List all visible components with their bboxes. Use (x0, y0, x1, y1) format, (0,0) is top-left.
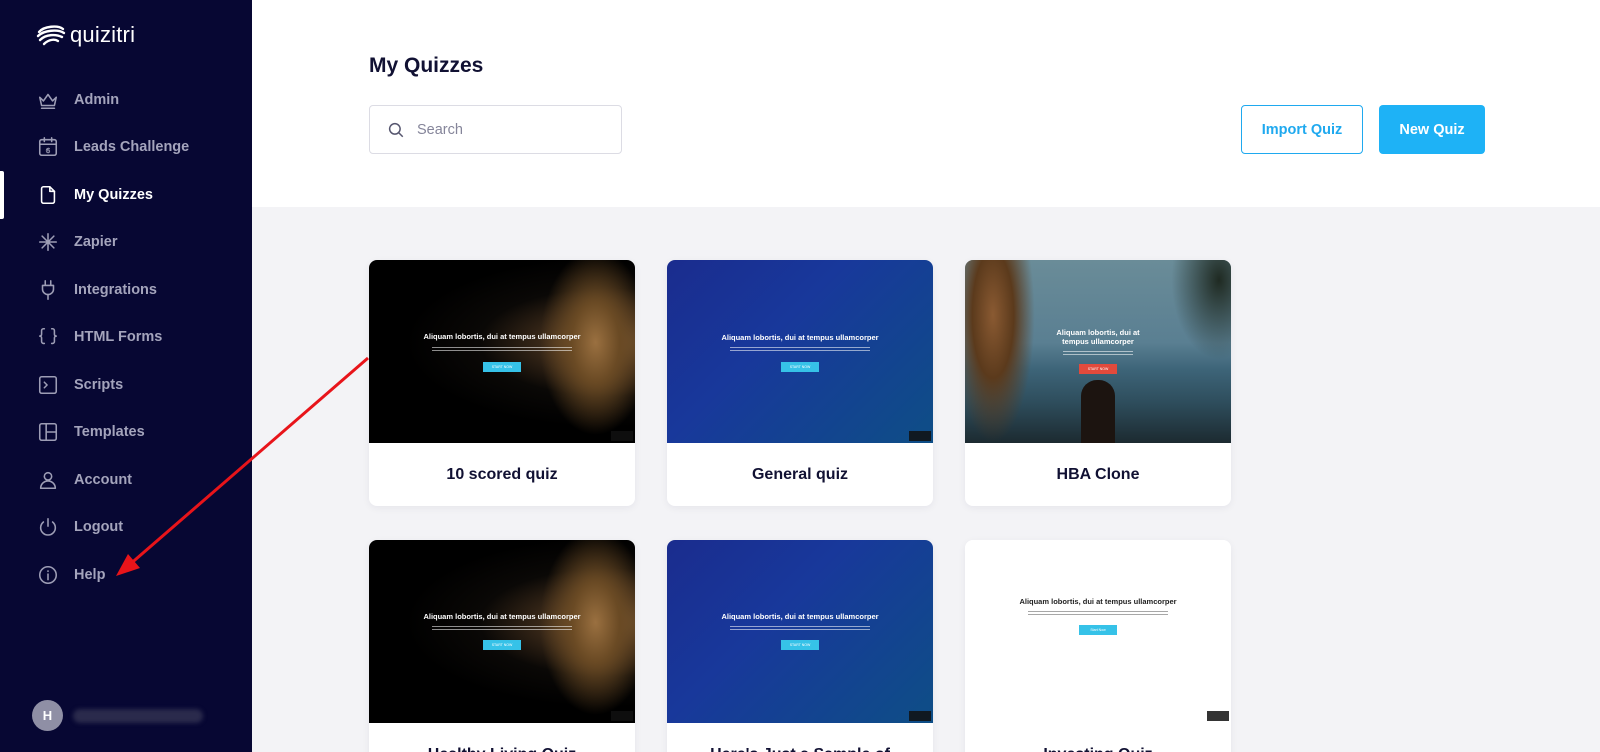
sidebar-item-logout[interactable]: Logout (0, 504, 252, 552)
thumb-heading: Aliquam lobortis, dui at tempus ullamcor… (1056, 328, 1140, 346)
quiz-title: Healthy Living Quiz (369, 723, 635, 752)
thumb-subtext (730, 626, 870, 632)
sidebar-item-label: Leads Challenge (74, 139, 190, 156)
thumb-start-button: Start Now (1079, 625, 1117, 635)
sidebar-item-zapier[interactable]: Zapier (0, 219, 252, 267)
quizitri-badge (1207, 711, 1229, 721)
sidebar-nav: Admin 6 Leads Challenge My Quizzes Zapie… (0, 76, 252, 599)
tree-image (965, 260, 1035, 443)
page-title: My Quizzes (369, 54, 484, 77)
quiz-title: HBA Clone (1056, 465, 1140, 483)
thumb-subtext (730, 347, 870, 353)
sidebar-item-admin[interactable]: Admin (0, 76, 252, 124)
quiz-thumbnail: Aliquam lobortis, dui at tempus ullamcor… (667, 260, 933, 443)
thumb-start-button: START NOW (1079, 364, 1117, 374)
sidebar-item-label: Help (74, 566, 106, 583)
thumb-start-button: START NOW (483, 640, 521, 650)
sidebar-item-label: Integrations (74, 281, 157, 298)
sidebar-item-label: Zapier (74, 234, 118, 251)
sidebar-item-label: HTML Forms (74, 329, 163, 346)
sidebar: quizitri Admin 6 Leads Challenge My Quiz… (0, 0, 252, 752)
user-profile[interactable]: H (32, 700, 203, 731)
quiz-thumbnail: Aliquam lobortis, dui at tempus ullamcor… (369, 260, 635, 443)
brand-name: quizitri (70, 22, 136, 47)
crown-icon (37, 89, 59, 111)
thumb-heading: Aliquam lobortis, dui at tempus ullamcor… (1019, 597, 1177, 606)
quizitri-logo-icon (36, 25, 66, 46)
app-logo[interactable]: quizitri (36, 22, 135, 48)
thumb-subtext (432, 347, 572, 353)
sidebar-item-label: Account (74, 471, 132, 488)
quiz-title: Here's Just a Sample of (667, 723, 933, 752)
search-box[interactable] (369, 105, 622, 154)
quiz-card[interactable]: Aliquam lobortis, dui at tempus ullamcor… (667, 540, 933, 752)
search-icon (388, 122, 404, 137)
thumb-subtext (432, 626, 572, 632)
thumb-subtext (1028, 611, 1168, 617)
sidebar-item-scripts[interactable]: Scripts (0, 361, 252, 409)
search-input[interactable] (417, 121, 597, 138)
quiz-card[interactable]: Aliquam lobortis, dui at tempus ullamcor… (667, 260, 933, 506)
svg-text:6: 6 (46, 146, 51, 155)
thumb-start-button: START NOW (483, 362, 521, 372)
asterisk-icon (37, 231, 59, 253)
sidebar-item-account[interactable]: Account (0, 456, 252, 504)
user-icon (37, 469, 59, 491)
quiz-thumbnail: Aliquam lobortis, dui at tempus ullamcor… (965, 260, 1231, 443)
sidebar-item-label: Admin (74, 91, 120, 108)
new-quiz-button[interactable]: New Quiz (1379, 105, 1485, 154)
page-header: My Quizzes Import Quiz New Quiz (252, 0, 1600, 207)
thumb-heading: Aliquam lobortis, dui at tempus ullamcor… (423, 612, 581, 621)
power-icon (37, 516, 59, 538)
sidebar-item-leads-challenge[interactable]: 6 Leads Challenge (0, 124, 252, 172)
quizitri-badge (611, 431, 633, 441)
sidebar-item-label: Templates (74, 424, 145, 441)
layout-icon (37, 421, 59, 443)
plug-icon (37, 279, 59, 301)
import-quiz-button[interactable]: Import Quiz (1241, 105, 1363, 154)
quiz-card[interactable]: Aliquam lobortis, dui at tempus ullamcor… (965, 260, 1231, 506)
braces-icon (37, 326, 59, 348)
palm-image (1171, 260, 1231, 360)
quizitri-badge (611, 711, 633, 721)
quiz-thumbnail: Aliquam lobortis, dui at tempus ullamcor… (667, 540, 933, 723)
sidebar-item-my-quizzes[interactable]: My Quizzes (0, 171, 252, 219)
thumb-heading: Aliquam lobortis, dui at tempus ullamcor… (721, 333, 879, 342)
quiz-title: Investing Quiz (965, 723, 1231, 752)
avatar: H (32, 700, 63, 731)
sidebar-item-templates[interactable]: Templates (0, 409, 252, 457)
quiz-title: General quiz (751, 465, 849, 483)
info-icon (37, 564, 59, 586)
sidebar-item-integrations[interactable]: Integrations (0, 266, 252, 314)
sidebar-item-help[interactable]: Help (0, 551, 252, 599)
quiz-card[interactable]: Aliquam lobortis, dui at tempus ullamcor… (369, 540, 635, 752)
sidebar-item-label: Logout (74, 519, 124, 536)
sidebar-item-label: Scripts (74, 376, 124, 393)
thumb-heading: Aliquam lobortis, dui at tempus ullamcor… (423, 332, 581, 341)
user-name-blurred (73, 708, 203, 723)
quiz-card[interactable]: Aliquam lobortis, dui at tempus ullamcor… (369, 260, 635, 506)
terminal-icon (37, 374, 59, 396)
thumb-subtext (1063, 351, 1133, 357)
person-image (1081, 380, 1115, 443)
calendar-icon: 6 (37, 136, 59, 158)
quiz-title: 10 scored quiz (446, 465, 558, 483)
quiz-thumbnail: Aliquam lobortis, dui at tempus ullamcor… (965, 540, 1231, 723)
quizitri-badge (909, 711, 931, 721)
quiz-thumbnail: Aliquam lobortis, dui at tempus ullamcor… (369, 540, 635, 723)
sidebar-item-label: My Quizzes (74, 186, 153, 203)
thumb-heading: Aliquam lobortis, dui at tempus ullamcor… (721, 612, 879, 621)
thumb-start-button: START NOW (781, 362, 819, 372)
thumb-start-button: START NOW (781, 640, 819, 650)
quizitri-badge (909, 431, 931, 441)
sidebar-item-html-forms[interactable]: HTML Forms (0, 314, 252, 362)
document-icon (37, 184, 59, 206)
quiz-card[interactable]: Aliquam lobortis, dui at tempus ullamcor… (965, 540, 1231, 752)
